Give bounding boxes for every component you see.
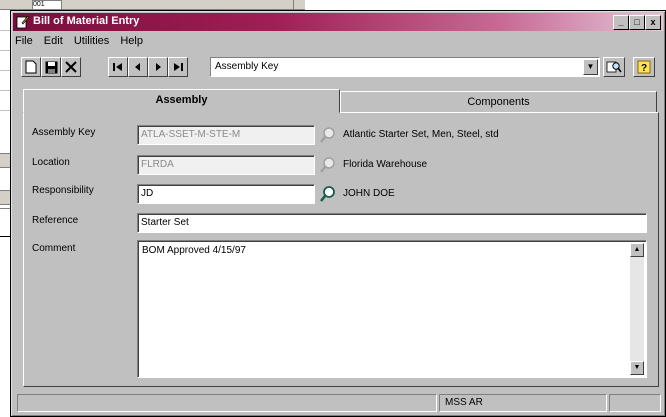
title-bar[interactable]: Bill of Material Entry _ □ x [13, 13, 663, 31]
minimize-button[interactable]: _ [613, 15, 629, 30]
help-icon: ? [637, 60, 651, 74]
location-description: Florida Warehouse [343, 159, 428, 170]
comment-text: BOM Approved 4/15/97 [142, 245, 246, 256]
responsibility-lookup-button[interactable] [318, 184, 338, 204]
assembly-key-description: Atlantic Starter Set, Men, Steel, std [343, 129, 499, 140]
window-title: Bill of Material Entry [33, 15, 140, 27]
status-panel-message [17, 394, 437, 412]
close-button[interactable]: x [645, 15, 661, 30]
location-label: Location [32, 157, 70, 168]
assembly-key-lookup-button[interactable] [318, 125, 338, 145]
app-icon [16, 15, 30, 29]
menu-utilities[interactable]: Utilities [74, 33, 109, 49]
find-button[interactable] [603, 57, 625, 77]
status-panel-extra [609, 394, 661, 412]
lookup-field-value: Assembly Key [215, 61, 279, 72]
status-panel-user: MSS AR [439, 394, 607, 412]
responsibility-description: JOHN DOE [343, 188, 395, 199]
responsibility-label: Responsibility [32, 185, 94, 196]
assembly-key-label: Assembly Key [32, 127, 96, 138]
first-record-button[interactable] [108, 57, 128, 77]
svg-text:?: ? [641, 63, 647, 74]
find-record-icon [606, 61, 622, 73]
magnifier-icon [320, 127, 335, 143]
scroll-up-icon[interactable]: ▲ [630, 243, 644, 257]
first-record-icon [113, 63, 122, 71]
reference-label: Reference [32, 215, 79, 226]
comment-scrollbar[interactable]: ▲ ▼ [630, 243, 644, 375]
scroll-down-icon[interactable]: ▼ [630, 361, 644, 375]
last-record-button[interactable] [168, 57, 188, 77]
previous-record-icon [135, 63, 140, 71]
tab-assembly[interactable]: Assembly [23, 89, 340, 113]
comment-label: Comment [32, 243, 76, 254]
save-icon [45, 61, 57, 73]
new-document-icon [25, 60, 37, 74]
lookup-field-combo[interactable]: Assembly Key ▼ [210, 57, 600, 77]
bom-entry-window: Bill of Material Entry _ □ x File Edit U… [10, 10, 666, 417]
reference-field[interactable]: Starter Set [137, 213, 647, 233]
background-cell: 001 [32, 0, 62, 10]
tab-components[interactable]: Components [340, 91, 657, 113]
responsibility-field[interactable]: JD [137, 184, 315, 204]
next-record-button[interactable] [148, 57, 168, 77]
save-button[interactable] [41, 57, 61, 77]
previous-record-button[interactable] [128, 57, 148, 77]
magnifier-icon [320, 186, 335, 202]
chevron-down-icon[interactable]: ▼ [583, 59, 598, 75]
location-field[interactable]: FLRDA [137, 155, 315, 175]
menu-bar: File Edit Utilities Help [15, 33, 151, 49]
last-record-icon [174, 63, 183, 71]
maximize-button[interactable]: □ [629, 15, 645, 30]
menu-help[interactable]: Help [120, 33, 143, 49]
delete-button[interactable] [61, 57, 81, 77]
toolbar: Assembly Key ▼ ? [13, 53, 663, 81]
next-record-icon [156, 63, 161, 71]
menu-edit[interactable]: Edit [44, 33, 63, 49]
status-bar: MSS AR [13, 392, 663, 414]
delete-icon [65, 61, 77, 73]
new-button[interactable] [21, 57, 41, 77]
magnifier-icon [320, 157, 335, 173]
help-button[interactable]: ? [633, 57, 655, 77]
comment-memo[interactable]: BOM Approved 4/15/97 ▲ ▼ [137, 240, 647, 378]
location-lookup-button[interactable] [318, 155, 338, 175]
assembly-key-field[interactable]: ATLA-SSET-M-STE-M [137, 125, 315, 145]
background-scrollbar [293, 0, 304, 9]
menu-file[interactable]: File [15, 33, 33, 49]
